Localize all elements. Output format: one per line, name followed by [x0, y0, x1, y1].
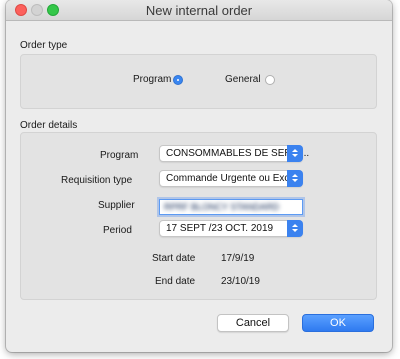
order-type-group: Program General — [20, 54, 377, 109]
chevron-updown-icon — [287, 220, 303, 237]
requisition-type-select-value: Commande Urgente ou Exc... — [166, 173, 298, 184]
program-select[interactable]: CONSOMMABLES DE SERVI... — [159, 145, 309, 162]
title-bar: New internal order — [6, 0, 392, 21]
radio-label-general: General — [225, 74, 261, 85]
chevron-updown-icon — [287, 145, 303, 162]
period-field-label: Period — [103, 225, 132, 236]
supplier-input-value: RPRF BLONCY STANDARD — [164, 202, 280, 212]
radio-label-program: Program — [133, 74, 172, 85]
chevron-updown-icon — [287, 170, 303, 187]
new-internal-order-dialog: New internal order Order type Program Ge… — [6, 0, 392, 352]
supplier-field-label: Supplier — [98, 200, 135, 211]
program-field-label: Program — [100, 150, 139, 161]
requisition-type-field-label: Requisition type — [61, 175, 133, 186]
requisition-type-select[interactable]: Commande Urgente ou Exc... — [159, 170, 303, 187]
period-select-value: 17 SEPT /23 OCT. 2019 — [166, 223, 274, 234]
supplier-input[interactable]: RPRF BLONCY STANDARD — [159, 199, 303, 215]
end-date-value: 23/10/19 — [221, 276, 260, 287]
end-date-label: End date — [155, 276, 196, 287]
cancel-button[interactable]: Cancel — [217, 314, 289, 332]
period-select[interactable]: 17 SEPT /23 OCT. 2019 — [159, 220, 303, 237]
program-radio[interactable] — [173, 75, 183, 85]
order-details-group: Program CONSOMMABLES DE SERVI... Requisi… — [20, 132, 377, 300]
general-radio[interactable] — [265, 75, 275, 85]
window-title: New internal order — [145, 3, 253, 18]
order-type-section-label: Order type — [20, 40, 68, 51]
order-details-section-label: Order details — [20, 120, 78, 131]
start-date-value: 17/9/19 — [221, 253, 255, 264]
ok-button[interactable]: OK — [302, 314, 374, 332]
start-date-label: Start date — [152, 253, 196, 264]
